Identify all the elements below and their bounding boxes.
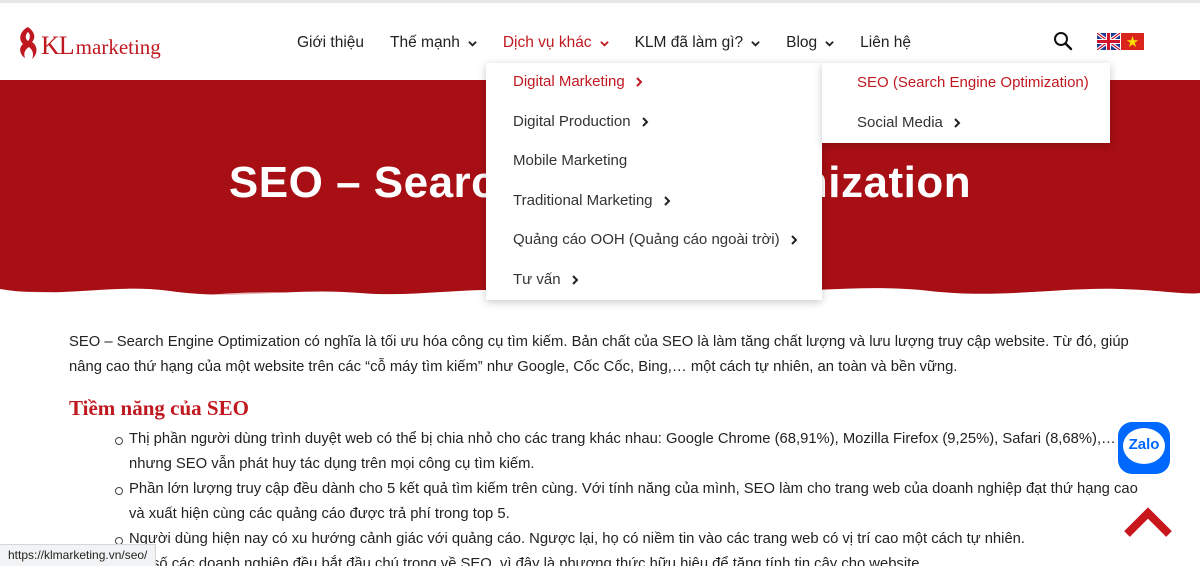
- menu-item-label: Quảng cáo OOH (Quảng cáo ngoài trời): [513, 231, 780, 248]
- nav-item-label: KLM đã làm gì?: [634, 34, 744, 51]
- submenu-item-seo[interactable]: SEO (Search Engine Optimization): [857, 74, 1089, 91]
- nav-item-the-manh[interactable]: Thế mạnh: [390, 34, 477, 52]
- section-heading: Tiềm năng của SEO: [69, 396, 249, 420]
- chevron-right-icon: [571, 274, 578, 285]
- chevron-up-icon[interactable]: [1123, 505, 1173, 539]
- nav-item-label: Giới thiệu: [297, 34, 365, 51]
- logo-phoenix-icon: [20, 27, 37, 59]
- menu-item-label: Tư vấn: [513, 271, 561, 288]
- site-logo[interactable]: KL marketing: [14, 21, 161, 61]
- submenu-item-label: SEO (Search Engine Optimization): [857, 74, 1089, 91]
- logo-mark-text: KL: [41, 31, 75, 60]
- chevron-down-icon: [468, 40, 477, 47]
- submenu-item-label: Social Media: [857, 114, 943, 131]
- nav-item-gioi-thieu[interactable]: Giới thiệu: [297, 34, 364, 52]
- page: KL marketing Giới thiệu Thế mạnh Dịch vụ…: [0, 0, 1200, 566]
- nav-item-label: Dịch vụ khác: [502, 34, 592, 51]
- vietnam-flag-icon[interactable]: [1121, 33, 1144, 50]
- search-icon[interactable]: [1053, 31, 1073, 51]
- menu-item-label: Traditional Marketing: [513, 192, 653, 209]
- menu-item-traditional-marketing[interactable]: Traditional Marketing: [513, 192, 671, 209]
- chevron-right-icon: [641, 116, 648, 127]
- services-dropdown-menu: Digital Marketing Digital Production Mob…: [486, 63, 822, 300]
- chevron-down-icon: [599, 40, 609, 47]
- zalo-chat-button[interactable]: Zalo: [1118, 422, 1170, 474]
- nav-item-label: Thế mạnh: [390, 34, 460, 51]
- menu-item-quang-cao-ooh[interactable]: Quảng cáo OOH (Quảng cáo ngoài trời): [513, 231, 798, 248]
- logo-wordmark: marketing: [75, 35, 161, 59]
- vietnam-star-icon: [1126, 36, 1139, 47]
- chevron-right-icon: [636, 76, 643, 87]
- chevron-down-icon: [825, 40, 834, 47]
- menu-item-digital-marketing[interactable]: Digital Marketing: [513, 73, 643, 90]
- list-item: Thị phần người dùng trình duyệt web có t…: [115, 427, 1139, 477]
- menu-item-label: Digital Production: [513, 113, 631, 130]
- menu-item-tu-van[interactable]: Tư vấn: [513, 271, 579, 288]
- chevron-right-icon: [954, 117, 961, 128]
- english-flag-icon[interactable]: [1097, 33, 1120, 50]
- chevron-down-icon: [751, 40, 760, 47]
- list-item: Người dùng hiện nay có xu hướng cảnh giá…: [115, 527, 1139, 552]
- article-content: SEO – Search Engine Optimization có nghĩ…: [69, 330, 1139, 566]
- nav-item-label: Blog: [786, 34, 818, 51]
- menu-item-label: Mobile Marketing: [513, 152, 628, 169]
- nav-item-blog[interactable]: Blog: [786, 34, 834, 52]
- list-item: Đa số các doanh nghiệp đều bắt đầu chú t…: [115, 552, 1139, 566]
- zalo-label: Zalo: [1128, 436, 1160, 453]
- nav-item-lien-he[interactable]: Liên hệ: [860, 34, 911, 52]
- chevron-right-icon: [790, 234, 798, 245]
- main-nav: Giới thiệu Thế mạnh Dịch vụ khác KLM đã …: [297, 32, 937, 54]
- menu-item-mobile-marketing[interactable]: Mobile Marketing: [513, 152, 627, 169]
- link-status-bar: https://klmarketing.vn/seo/: [0, 544, 157, 566]
- intro-paragraph: SEO – Search Engine Optimization có nghĩ…: [69, 334, 1129, 375]
- submenu-item-social-media[interactable]: Social Media: [857, 114, 961, 131]
- list-item: Phần lớn lượng truy cập đều dành cho 5 k…: [115, 477, 1139, 527]
- digital-marketing-submenu: SEO (Search Engine Optimization) Social …: [822, 63, 1110, 143]
- chevron-right-icon: [663, 195, 670, 206]
- nav-item-dich-vu-khac[interactable]: Dịch vụ khác: [503, 34, 609, 52]
- nav-item-klm-da-lam-gi[interactable]: KLM đã làm gì?: [635, 34, 761, 52]
- menu-item-digital-production[interactable]: Digital Production: [513, 113, 649, 130]
- nav-item-label: Liên hệ: [860, 34, 912, 51]
- potential-list: Thị phần người dùng trình duyệt web có t…: [69, 427, 1139, 566]
- menu-item-label: Digital Marketing: [513, 73, 625, 90]
